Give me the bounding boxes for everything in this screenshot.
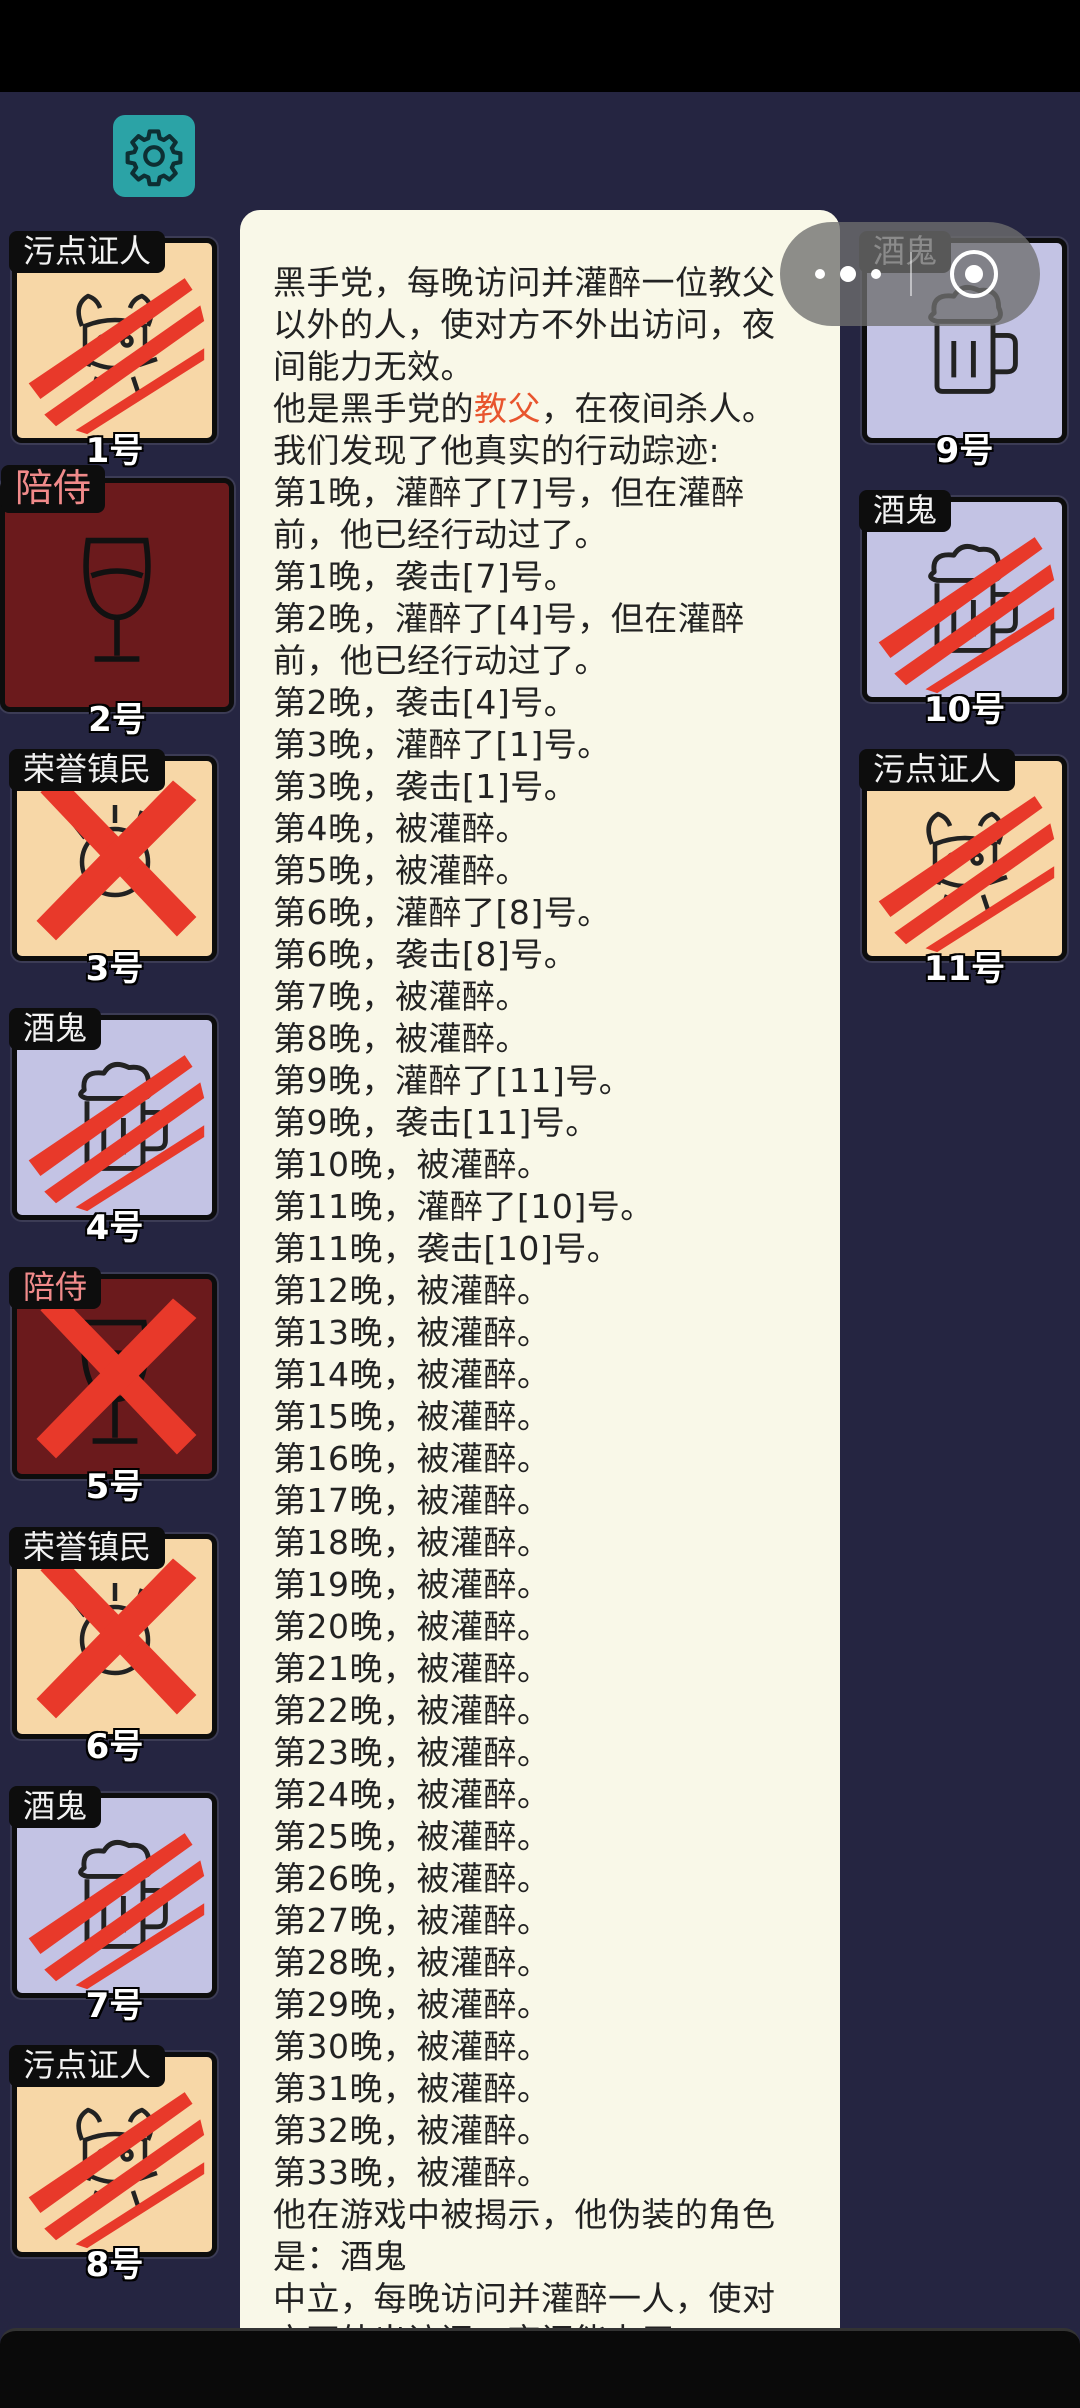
log-entry: 第20晚，被灌醉。 bbox=[273, 1607, 551, 1646]
player-number: 9号 bbox=[935, 431, 994, 471]
player-number: 3号 bbox=[85, 949, 144, 989]
role-label: 荣誉镇民 bbox=[9, 1527, 166, 1569]
close-miniprogram-button[interactable] bbox=[946, 246, 1002, 302]
log-entry: 第29晚，被灌醉。 bbox=[273, 1985, 551, 2024]
role-label: 荣誉镇民 bbox=[9, 749, 166, 791]
more-options-button[interactable] bbox=[810, 254, 886, 294]
log-entry: 第17晚，被灌醉。 bbox=[273, 1481, 551, 1520]
log-entry: 第15晚，被灌醉。 bbox=[273, 1397, 551, 1436]
log-entry: 第3晚，袭击[1]号。 bbox=[273, 767, 578, 806]
player-card[interactable]: 荣誉镇民 6号 bbox=[9, 1527, 217, 1767]
player-number: 8号 bbox=[85, 2245, 144, 2285]
log-entry: 第1晚，袭击[7]号。 bbox=[273, 557, 578, 596]
log-entry: 第24晚，被灌醉。 bbox=[273, 1775, 551, 1814]
role-label: 酒鬼 bbox=[9, 1786, 102, 1828]
player-card[interactable]: 陪侍 5号 bbox=[9, 1267, 217, 1507]
log-entry: 第10晚，被灌醉。 bbox=[273, 1145, 551, 1184]
player-card[interactable]: 酒鬼 10号 bbox=[859, 490, 1067, 730]
role-label: 污点证人 bbox=[859, 749, 1016, 791]
servant-role-icon bbox=[5, 483, 229, 707]
log-entry: 第8晚，被灌醉。 bbox=[273, 1019, 529, 1058]
log-entry: 第27晚，被灌醉。 bbox=[273, 1901, 551, 1940]
log-entry: 第2晚，袭击[4]号。 bbox=[273, 683, 578, 722]
player-card[interactable]: 酒鬼 7号 bbox=[9, 1786, 217, 2026]
action-log-panel[interactable]: 黑手党，每晚访问并灌醉一位教父以外的人，使对方不外出访问，夜间能力无效。 他是黑… bbox=[240, 210, 840, 2408]
log-entry: 第6晚，灌醉了[8]号。 bbox=[273, 893, 611, 932]
identity-suffix: ，在夜间杀人。 bbox=[541, 389, 776, 428]
log-entry: 第13晚，被灌醉。 bbox=[273, 1313, 551, 1352]
log-entry: 第4晚，被灌醉。 bbox=[273, 809, 529, 848]
log-entry: 第16晚，被灌醉。 bbox=[273, 1439, 551, 1478]
log-entry: 第9晚，袭击[11]号。 bbox=[273, 1103, 599, 1142]
settings-button[interactable] bbox=[113, 115, 195, 197]
log-entry: 第11晚，袭击[10]号。 bbox=[273, 1229, 621, 1268]
role-label: 陪侍 bbox=[9, 1267, 102, 1309]
log-entry: 第25晚，被灌醉。 bbox=[273, 1817, 551, 1856]
player-number: 7号 bbox=[85, 1986, 144, 2026]
log-entry: 第21晚，被灌醉。 bbox=[273, 1649, 551, 1688]
log-entry: 第12晚，被灌醉。 bbox=[273, 1271, 551, 1310]
identity-prefix: 他是黑手党的 bbox=[273, 389, 474, 428]
player-card[interactable]: 污点证人 11号 bbox=[859, 749, 1067, 989]
log-intro: 黑手党，每晚访问并灌醉一位教父以外的人，使对方不外出访问，夜间能力无效。 bbox=[273, 263, 776, 386]
player-number: 11号 bbox=[923, 949, 1006, 989]
log-entry: 第9晚，灌醉了[11]号。 bbox=[273, 1061, 633, 1100]
miniprogram-capsule bbox=[780, 222, 1040, 326]
role-label: 酒鬼 bbox=[9, 1008, 102, 1050]
log-identity: 他是黑手党的教父，在夜间杀人。 bbox=[273, 388, 806, 430]
log-entry: 第18晚，被灌醉。 bbox=[273, 1523, 551, 1562]
log-entry: 第1晚，灌醉了[7]号，但在灌醉前，他已经行动过了。 bbox=[273, 473, 745, 554]
player-number: 5号 bbox=[85, 1467, 144, 1507]
identity-highlight: 教父 bbox=[474, 389, 541, 428]
player-card[interactable]: 陪侍 2号 bbox=[0, 465, 234, 740]
role-label: 污点证人 bbox=[9, 231, 166, 273]
player-number: 4号 bbox=[85, 1208, 144, 1248]
log-entry: 第31晚，被灌醉。 bbox=[273, 2069, 551, 2108]
log-entry: 第5晚，被灌醉。 bbox=[273, 851, 529, 890]
player-number: 10号 bbox=[923, 690, 1006, 730]
role-label: 陪侍 bbox=[1, 465, 106, 513]
role-label: 污点证人 bbox=[9, 2045, 166, 2087]
player-card[interactable]: 污点证人 1号 bbox=[9, 231, 217, 471]
log-entry: 第22晚，被灌醉。 bbox=[273, 1691, 551, 1730]
log-entries: 第1晚，灌醉了[7]号，但在灌醉前，他已经行动过了。 第1晚，袭击[7]号。 第2晚… bbox=[273, 472, 806, 2194]
log-reveal: 他在游戏中被揭示，他伪装的角色是：酒鬼 bbox=[273, 2195, 776, 2276]
player-number: 6号 bbox=[85, 1727, 144, 1767]
log-entry: 第30晚，被灌醉。 bbox=[273, 2027, 551, 2066]
log-entry: 第19晚，被灌醉。 bbox=[273, 1565, 551, 1604]
log-trace-header: 我们发现了他真实的行动踪迹: bbox=[273, 431, 721, 470]
log-entry: 第11晚，灌醉了[10]号。 bbox=[273, 1187, 654, 1226]
log-entry: 第32晚，被灌醉。 bbox=[273, 2111, 551, 2150]
log-entry: 第33晚，被灌醉。 bbox=[273, 2153, 551, 2192]
log-entry: 第14晚，被灌醉。 bbox=[273, 1355, 551, 1394]
status-bar bbox=[0, 0, 1080, 92]
log-entry: 第28晚，被灌醉。 bbox=[273, 1943, 551, 1982]
player-card[interactable]: 酒鬼 4号 bbox=[9, 1008, 217, 1248]
capsule-divider bbox=[910, 252, 912, 296]
player-card[interactable]: 荣誉镇民 3号 bbox=[9, 749, 217, 989]
role-label: 酒鬼 bbox=[859, 490, 952, 532]
log-entry: 第3晚，灌醉了[1]号。 bbox=[273, 725, 611, 764]
player-card[interactable]: 污点证人 8号 bbox=[9, 2045, 217, 2285]
log-entry: 第7晚，被灌醉。 bbox=[273, 977, 529, 1016]
bottom-bar bbox=[0, 2328, 1080, 2408]
log-entry: 第2晚，灌醉了[4]号，但在灌醉前，他已经行动过了。 bbox=[273, 599, 745, 680]
player-number: 2号 bbox=[88, 700, 146, 740]
log-entry: 第23晚，被灌醉。 bbox=[273, 1733, 551, 1772]
gear-icon bbox=[125, 129, 183, 187]
log-entry: 第26晚，被灌醉。 bbox=[273, 1859, 551, 1898]
log-entry: 第6晚，袭击[8]号。 bbox=[273, 935, 578, 974]
